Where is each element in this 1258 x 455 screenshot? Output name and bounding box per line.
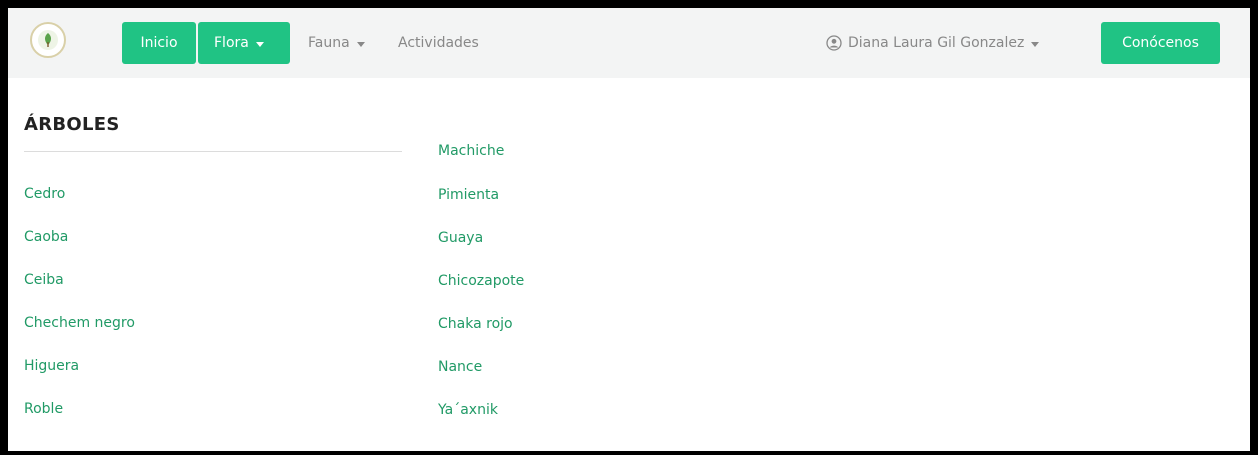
tree-link-ceiba[interactable]: Ceiba [24, 272, 64, 288]
nav-actividades-label: Actividades [398, 35, 479, 51]
section-divider [24, 151, 402, 152]
nav-inicio-label: Inicio [140, 35, 178, 51]
tree-link-higuera[interactable]: Higuera [24, 358, 79, 374]
tree-link-pimienta[interactable]: Pimienta [438, 187, 499, 203]
tree-link-guaya[interactable]: Guaya [438, 230, 483, 246]
tree-link-chechem-negro[interactable]: Chechem negro [24, 315, 135, 331]
tree-link-nance[interactable]: Nance [438, 359, 482, 375]
nav-fauna-label: Fauna [308, 35, 350, 51]
tree-link-yaaxnik[interactable]: Ya´axnik [438, 402, 498, 418]
conocenos-button[interactable]: Conócenos [1101, 22, 1220, 64]
chevron-down-icon [255, 41, 264, 47]
navbar: Inicio Flora Fauna Actividades Diana Lau… [8, 8, 1250, 78]
leaf-logo-icon[interactable] [30, 22, 66, 58]
nav-flora-label: Flora [214, 35, 249, 51]
user-avatar-icon [826, 35, 842, 51]
user-name: Diana Laura Gil Gonzalez [848, 35, 1025, 51]
page: Inicio Flora Fauna Actividades Diana Lau… [8, 8, 1250, 451]
tree-link-caoba[interactable]: Caoba [24, 229, 68, 245]
chevron-down-icon [356, 41, 365, 47]
user-menu-dropdown[interactable]: Diana Laura Gil Gonzalez [826, 22, 1040, 64]
tree-link-chicozapote[interactable]: Chicozapote [438, 273, 524, 289]
nav-inicio[interactable]: Inicio [122, 22, 196, 64]
tree-link-machiche[interactable]: Machiche [438, 143, 504, 159]
conocenos-label: Conócenos [1122, 35, 1199, 51]
tree-link-cedro[interactable]: Cedro [24, 186, 65, 202]
chevron-down-icon [1031, 41, 1040, 47]
tree-link-chaka-rojo[interactable]: Chaka rojo [438, 316, 513, 332]
nav-flora-dropdown[interactable]: Flora [198, 22, 290, 64]
section-title: ÁRBOLES [24, 114, 120, 135]
nav-fauna-dropdown[interactable]: Fauna [308, 22, 365, 64]
nav-actividades[interactable]: Actividades [398, 22, 479, 64]
tree-link-roble[interactable]: Roble [24, 401, 63, 417]
